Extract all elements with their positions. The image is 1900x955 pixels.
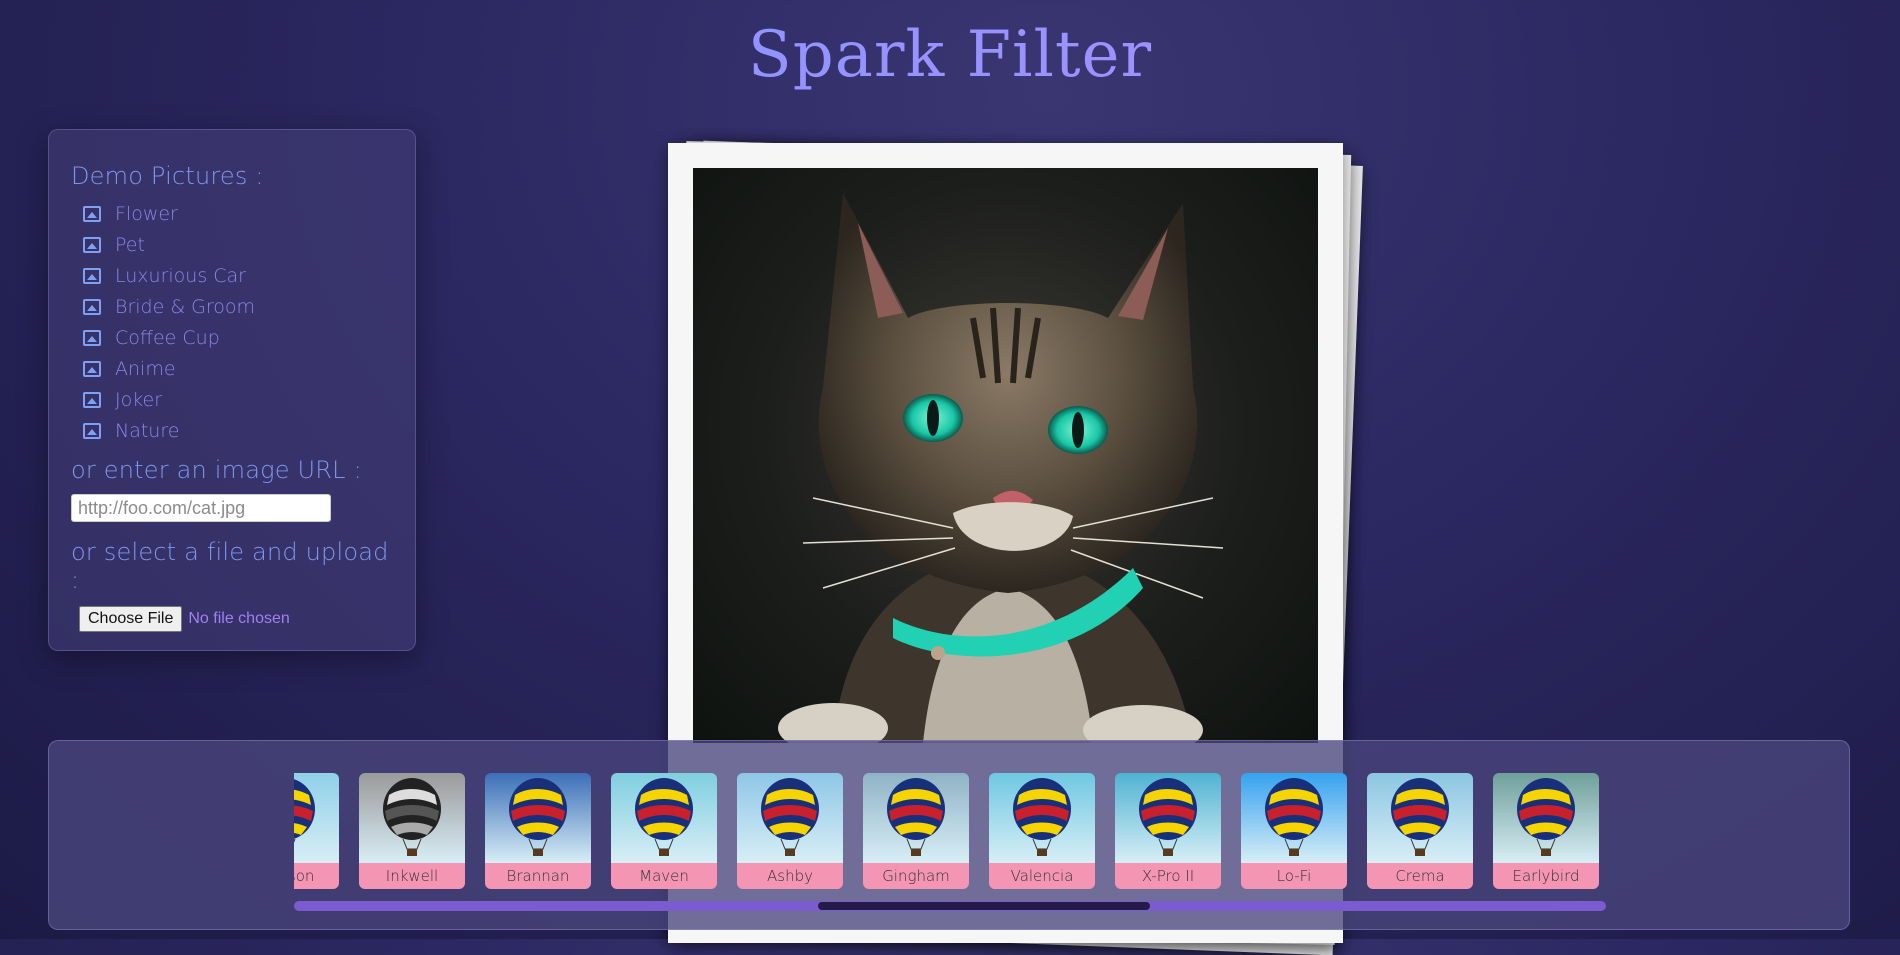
balloon-icon (1517, 778, 1575, 856)
choose-file-button[interactable]: Choose File (79, 606, 183, 632)
balloon-icon (887, 778, 945, 856)
filter-name: Valencia (989, 863, 1095, 889)
filter-name: X-Pro II (1115, 863, 1221, 889)
demo-item-label: Nature (115, 419, 180, 442)
filter-name: Brannan (485, 863, 591, 889)
image-icon (83, 236, 101, 253)
demo-item-label: Luxurious Car (115, 264, 246, 287)
demo-item-flower[interactable]: Flower (83, 198, 393, 229)
image-icon (83, 205, 101, 222)
balloon-icon (1139, 778, 1197, 856)
filter-thumb-gingham[interactable]: Gingham (863, 773, 969, 889)
filter-name: Maven (611, 863, 717, 889)
image-url-input[interactable] (71, 494, 331, 522)
balloon-icon (1013, 778, 1071, 856)
balloon-icon (1391, 778, 1449, 856)
scrollbar-thumb[interactable] (818, 902, 1150, 910)
image-icon (83, 267, 101, 284)
demo-item-luxurious-car[interactable]: Luxurious Car (83, 260, 393, 291)
filter-name: Gingham (863, 863, 969, 889)
balloon-icon (294, 779, 315, 843)
balloon-icon (383, 778, 441, 856)
balloon-icon (509, 778, 567, 856)
cat-illustration (778, 193, 1224, 743)
app-title: Spark Filter (0, 18, 1900, 92)
url-heading: or enter an image URL : (71, 456, 362, 484)
demo-item-bride-groom[interactable]: Bride & Groom (83, 291, 393, 322)
balloon-icon (1265, 778, 1323, 856)
demo-picture-list: Flower Pet Luxurious Car Bride & Groom C… (71, 198, 393, 446)
demo-item-label: Flower (115, 202, 178, 225)
demo-item-label: Joker (115, 388, 163, 411)
filter-carousel[interactable]: Hudson Inkwell Brannan Maven Ashby Gingham Val… (294, 773, 1606, 893)
filter-thumb-hudson[interactable]: Hudson (294, 773, 339, 889)
demo-item-coffee-cup[interactable]: Coffee Cup (83, 322, 393, 353)
filter-thumb-crema[interactable]: Crema (1367, 773, 1473, 889)
file-upload: Choose File No file chosen (71, 606, 393, 632)
demo-item-label: Anime (115, 357, 176, 380)
demo-item-nature[interactable]: Nature (83, 415, 393, 446)
demo-item-pet[interactable]: Pet (83, 229, 393, 260)
demo-item-label: Bride & Groom (115, 295, 256, 318)
filter-list: Hudson Inkwell Brannan Maven Ashby Gingham Val… (294, 773, 1599, 889)
demo-item-label: Coffee Cup (115, 326, 220, 349)
balloon-icon (635, 778, 693, 856)
filter-name: Earlybird (1493, 863, 1599, 889)
demo-pictures-heading: Demo Pictures : (71, 162, 264, 190)
image-icon (83, 360, 101, 377)
filter-name: Inkwell (359, 863, 465, 889)
filter-name: Crema (1367, 863, 1473, 889)
filter-thumb-maven[interactable]: Maven (611, 773, 717, 889)
filter-name: Ashby (737, 863, 843, 889)
balloon-icon (761, 778, 819, 856)
image-icon (83, 391, 101, 408)
filter-thumb-inkwell[interactable]: Inkwell (359, 773, 465, 889)
image-icon (83, 422, 101, 439)
filter-scrollbar[interactable] (294, 901, 1606, 911)
filter-thumb-lo-fi[interactable]: Lo-Fi (1241, 773, 1347, 889)
demo-item-anime[interactable]: Anime (83, 353, 393, 384)
filter-name: Hudson (294, 863, 339, 889)
demo-item-joker[interactable]: Joker (83, 384, 393, 415)
filter-thumb-x-pro-ii[interactable]: X-Pro II (1115, 773, 1221, 889)
image-source-panel: Demo Pictures : Flower Pet Luxurious Car… (48, 129, 416, 651)
demo-item-label: Pet (115, 233, 145, 256)
filter-thumb-earlybird[interactable]: Earlybird (1493, 773, 1599, 889)
filter-name: Lo-Fi (1241, 863, 1347, 889)
filter-strip-panel: Hudson Inkwell Brannan Maven Ashby Gingham Val… (48, 740, 1850, 930)
filter-thumb-brannan[interactable]: Brannan (485, 773, 591, 889)
upload-heading: or select a file and upload : (71, 538, 389, 594)
filter-thumb-valencia[interactable]: Valencia (989, 773, 1095, 889)
file-status: No file chosen (188, 610, 290, 627)
filter-thumb-ashby[interactable]: Ashby (737, 773, 843, 889)
preview-image (693, 168, 1318, 743)
image-icon (83, 298, 101, 315)
image-icon (83, 329, 101, 346)
